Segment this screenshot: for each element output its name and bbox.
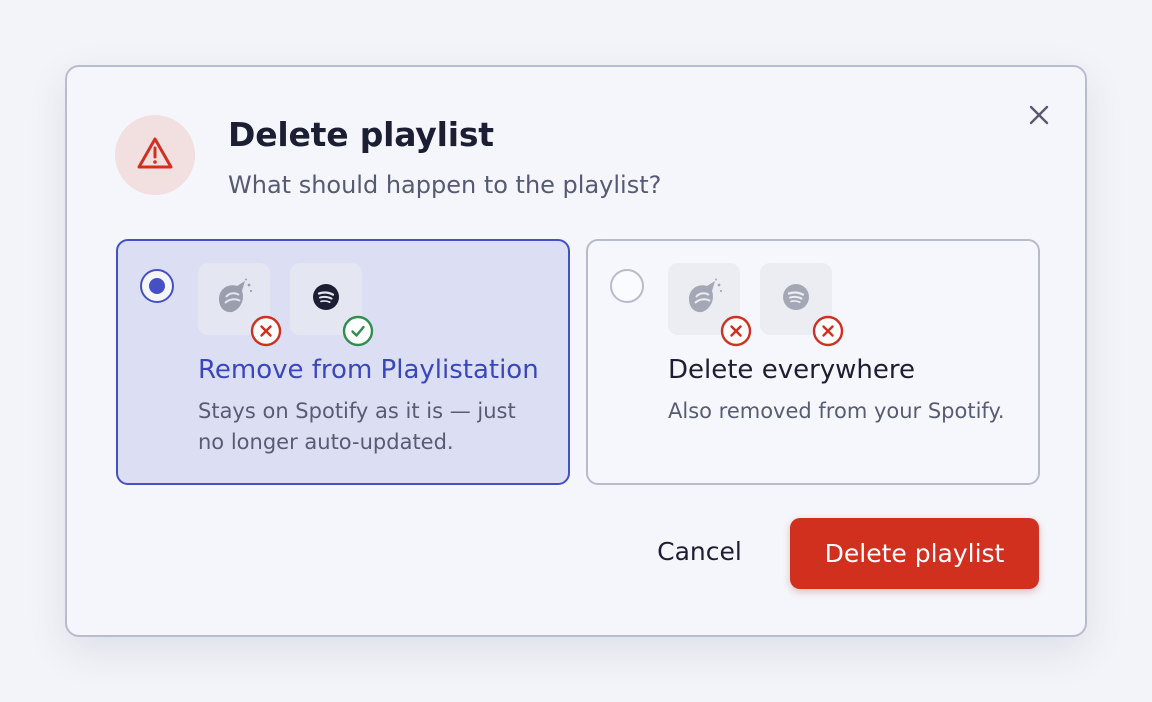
option-title: Delete everywhere xyxy=(668,355,915,385)
delete-playlist-dialog: Delete playlist What should happen to th… xyxy=(65,65,1087,637)
kept-badge xyxy=(342,315,374,351)
x-circle-icon xyxy=(720,315,752,351)
dialog-title: Delete playlist xyxy=(228,115,494,154)
x-circle-icon xyxy=(250,315,282,351)
removed-badge xyxy=(250,315,282,351)
close-icon xyxy=(1028,104,1050,130)
close-button[interactable] xyxy=(1022,100,1056,134)
radio-unselected[interactable] xyxy=(610,269,644,303)
option-delete-everywhere[interactable]: Delete everywhere Also removed from your… xyxy=(586,239,1040,485)
x-circle-icon xyxy=(812,315,844,351)
radio-selected[interactable] xyxy=(140,269,174,303)
option-description: Also removed from your Spotify. xyxy=(668,399,1005,423)
spotify-logo-icon xyxy=(312,283,340,315)
check-circle-icon xyxy=(342,315,374,351)
removed-badge xyxy=(720,315,752,351)
option-remove-from-playlistation[interactable]: Remove from Playlistation Stays on Spoti… xyxy=(116,239,570,485)
dialog-subtitle: What should happen to the playlist? xyxy=(228,171,662,199)
spotify-logo-icon xyxy=(782,283,810,315)
cancel-button[interactable]: Cancel xyxy=(637,519,762,583)
delete-playlist-button[interactable]: Delete playlist xyxy=(790,518,1039,589)
warning-badge xyxy=(115,115,195,195)
option-description: Stays on Spotify as it is — just no long… xyxy=(198,399,516,454)
option-title: Remove from Playlistation xyxy=(198,355,539,385)
removed-badge xyxy=(812,315,844,351)
warning-triangle-icon xyxy=(136,136,174,174)
